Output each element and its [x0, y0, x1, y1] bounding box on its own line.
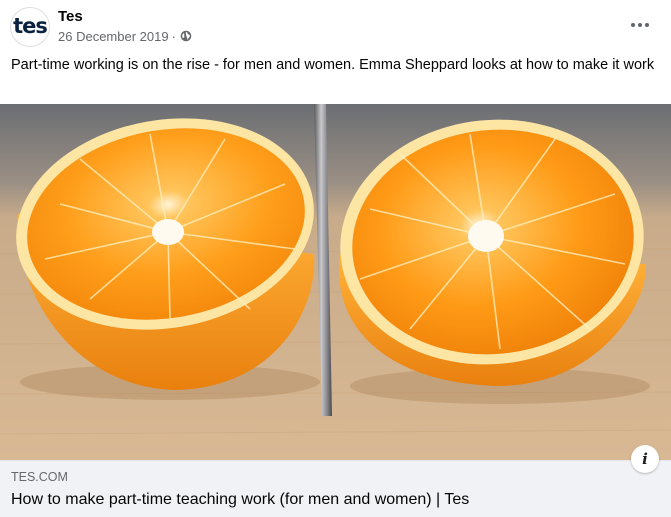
- more-dot: [638, 23, 642, 27]
- avatar-logo-text: tes: [13, 14, 48, 38]
- link-domain: TES.COM: [11, 470, 68, 484]
- info-glyph: i: [642, 450, 648, 468]
- globe-icon[interactable]: [180, 30, 192, 42]
- more-dot: [645, 23, 649, 27]
- link-preview-illustration: [0, 104, 671, 460]
- post-meta: 26 December 2019 ·: [58, 28, 192, 44]
- oranges-cut-by-knife-image[interactable]: [0, 104, 671, 460]
- more-options-icon[interactable]: [627, 14, 653, 36]
- page-name-link[interactable]: Tes: [58, 8, 83, 26]
- meta-separator: ·: [171, 28, 176, 44]
- link-preview-footer[interactable]: TES.COM How to make part-time teaching w…: [0, 460, 671, 517]
- post-caption: Part-time working is on the rise - for m…: [11, 57, 655, 73]
- post-date-link[interactable]: 26 December 2019: [58, 29, 169, 44]
- facebook-post: tes Tes 26 December 2019 · Part-time wor…: [0, 0, 671, 517]
- info-icon[interactable]: i: [631, 445, 659, 473]
- link-title[interactable]: How to make part-time teaching work (for…: [11, 490, 469, 510]
- more-dot: [631, 23, 635, 27]
- post-header: tes Tes 26 December 2019 ·: [0, 0, 671, 52]
- page-avatar[interactable]: tes: [10, 7, 50, 47]
